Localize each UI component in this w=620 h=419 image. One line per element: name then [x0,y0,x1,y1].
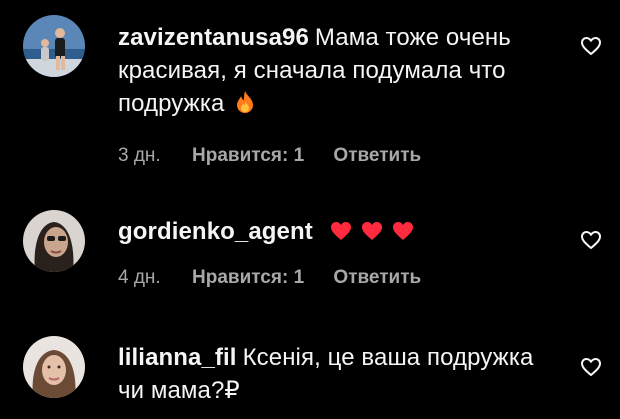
comment-text: lilianna_fil Ксенія, це ваша подружка чи … [118,341,558,407]
avatar[interactable] [23,210,85,272]
comment-username[interactable]: lilianna_fil [118,344,237,371]
avatar-image [23,15,85,77]
like-heart-icon[interactable] [580,230,602,250]
reply-button[interactable]: Ответить [333,145,421,167]
comment-meta: 4 дн. Нравится: 1 Ответить [118,267,558,289]
avatar-image [23,210,85,272]
red-heart-icon [330,217,423,250]
comment-username[interactable]: gordienko_agent [118,218,313,245]
comment-age: 3 дн. [118,145,161,166]
like-heart-icon[interactable] [580,36,602,56]
avatar[interactable] [23,336,85,398]
comment-username[interactable]: zavizentanusa96 [118,24,309,51]
comment-text: gordienko_agent [118,215,558,250]
comment-meta: 3 дн. Нравится: 1 Ответить [118,145,558,167]
likes-count[interactable]: Нравится: 1 [192,145,304,167]
reply-button[interactable]: Ответить [333,267,421,289]
avatar-image [23,336,85,398]
fire-icon [235,90,255,123]
comment-text: zavizentanusa96 Мама тоже очень красивая,… [118,21,558,123]
like-heart-icon[interactable] [580,357,602,377]
likes-count[interactable]: Нравится: 1 [192,267,304,289]
avatar[interactable] [23,15,85,77]
comment-age: 4 дн. [118,267,161,288]
